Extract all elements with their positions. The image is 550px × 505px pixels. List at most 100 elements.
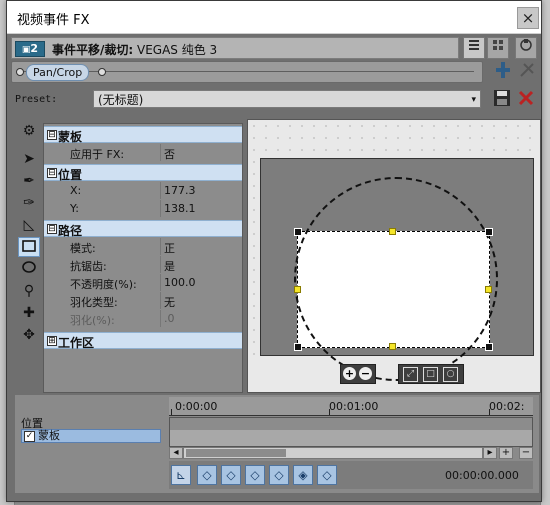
track-labels: 位置 ✓ 蒙板 (21, 415, 161, 445)
ellipse-mask-tool[interactable] (18, 259, 40, 279)
list-icon (469, 40, 479, 50)
move-tool[interactable]: ✥ (18, 325, 40, 345)
bypass-button[interactable] (493, 61, 513, 81)
prop-key: 模式: (70, 242, 96, 255)
next-keyframe-icon: ◇ (250, 468, 260, 482)
prop-key: 应用于 FX: (70, 148, 125, 161)
last-keyframe-button[interactable]: ◇ (269, 465, 289, 485)
zoom-in-button[interactable]: + (343, 367, 356, 380)
split-trimmer-tool[interactable]: ◺ (18, 215, 40, 235)
prev-keyframe-icon: ◇ (226, 468, 236, 482)
section-mask[interactable]: ⊟ 蒙板 (44, 126, 242, 144)
section-position[interactable]: ⊟ 位置 (44, 164, 242, 182)
anchor-creation-tool[interactable]: ✒ (18, 171, 40, 191)
settings-tool[interactable]: ⚙ (18, 121, 40, 141)
zoom-tool[interactable]: ⚲ (18, 281, 40, 301)
rectangle-mask-tool[interactable] (18, 237, 40, 257)
remove-plugin-button[interactable] (517, 61, 537, 81)
circle-frame-icon[interactable]: ○ (443, 367, 458, 382)
fit-icon[interactable]: ⤢ (403, 367, 418, 382)
prop-value: 是 (164, 260, 175, 273)
preview-panel: + − ⤢ □ ○ (247, 119, 541, 393)
prop-opacity[interactable]: 不透明度(%): 100.0 (44, 274, 242, 291)
next-keyframe-button[interactable]: ◇ (245, 465, 265, 485)
save-icon (494, 90, 510, 106)
window-title: 视频事件 FX (17, 13, 90, 28)
keyframe-lane[interactable] (170, 430, 532, 446)
edge-handle[interactable] (485, 286, 492, 293)
edge-handle[interactable] (389, 228, 396, 235)
anchor-deletion-tool[interactable]: ✑ (18, 193, 40, 213)
delete-keyframe-icon: ◇ (322, 468, 332, 482)
plugin-chooser-button[interactable] (515, 37, 537, 59)
mask-ellipse-guide[interactable] (294, 177, 498, 381)
prop-mode[interactable]: 模式: 正 (44, 238, 242, 255)
frame-preview[interactable] (260, 158, 534, 381)
prop-y[interactable]: Y: 138.1 (44, 200, 242, 217)
bypass-icon (496, 62, 510, 78)
prop-value: .0 (164, 312, 175, 325)
sync-cursor-button[interactable]: ⊾ (171, 465, 191, 485)
scroll-right-button[interactable]: ▸ (483, 447, 497, 459)
mask-checkbox[interactable]: ✓ (24, 431, 35, 442)
preset-dropdown[interactable]: (无标题) ▾ (93, 90, 481, 108)
prop-antialias[interactable]: 抗锯齿: 是 (44, 256, 242, 273)
zoom-out-button[interactable]: − (359, 367, 372, 380)
first-keyframe-button[interactable]: ◇ (197, 465, 217, 485)
normal-edit-tool[interactable]: ➤ (18, 149, 40, 169)
corner-handle[interactable] (294, 228, 302, 236)
scroll-left-button[interactable]: ◂ (169, 447, 183, 459)
add-keyframe-button[interactable]: ◈ (293, 465, 313, 485)
keyframe-timeline: 位置 ✓ 蒙板 0:00:00 00:01:00 00:02: ◂ ▸ + − … (15, 395, 539, 493)
timeline-scrollbar[interactable] (183, 447, 483, 459)
delete-preset-button[interactable] (517, 89, 537, 109)
time-label: 0:00:00 (175, 400, 218, 413)
prop-feather-type[interactable]: 羽化类型: 无 (44, 292, 242, 309)
list-view-button[interactable] (463, 37, 485, 59)
track-mask-label: 蒙板 (38, 429, 60, 442)
title-bar: 视频事件 FX × (7, 1, 541, 34)
track-mask[interactable]: ✓ 蒙板 (21, 429, 161, 443)
corner-handle[interactable] (294, 343, 302, 351)
zoom-out-timeline-button[interactable]: − (519, 447, 533, 459)
first-keyframe-icon: ◇ (202, 468, 212, 482)
frame-icon[interactable]: □ (423, 367, 438, 382)
zoom-icon: ⚲ (23, 283, 35, 299)
ruler-tick (489, 409, 490, 415)
add-anchor-tool[interactable]: ✚ (18, 303, 40, 323)
prev-keyframe-button[interactable]: ◇ (221, 465, 241, 485)
pen-icon: ✒ (23, 173, 35, 189)
save-preset-button[interactable] (493, 89, 513, 109)
corner-handle[interactable] (485, 343, 493, 351)
keyframe-track-area[interactable] (169, 417, 533, 447)
prop-key: 羽化类型: (70, 296, 118, 309)
section-path[interactable]: ⊟ 路径 (44, 220, 242, 238)
delete-keyframe-button[interactable]: ◇ (317, 465, 337, 485)
section-workspace[interactable]: ⊞ 工作区 (44, 332, 242, 350)
grid-view-button[interactable] (487, 37, 509, 59)
chain-count-badge: ▣2 (15, 41, 45, 57)
scroll-thumb[interactable] (186, 449, 286, 457)
zoom-in-timeline-button[interactable]: + (499, 447, 513, 459)
edge-handle[interactable] (389, 343, 396, 350)
keyframe-controls: ⊾ ◇ ◇ ◇ ◇ ◈ ◇ 00:00:00.000 (169, 461, 533, 489)
prop-value: 正 (164, 242, 175, 255)
close-button[interactable]: × (517, 7, 539, 29)
ruler-tick (329, 409, 330, 415)
track-header: 位置 (21, 417, 43, 430)
prop-x[interactable]: X: 177.3 (44, 182, 242, 199)
corner-handle[interactable] (485, 228, 493, 236)
prop-separator (160, 256, 161, 273)
prop-value: 138.1 (164, 202, 196, 215)
video-event-fx-dialog: 视频事件 FX × ▣2 事件平移/裁切: VEGAS 纯色 3 Pan/Cro… (6, 0, 542, 502)
edge-handle[interactable] (294, 286, 301, 293)
plugin-pan-crop[interactable]: Pan/Crop (26, 64, 90, 81)
prop-key: 抗锯齿: (70, 260, 107, 273)
prop-value: 177.3 (164, 184, 196, 197)
lock-icon: ⊾ (175, 468, 187, 482)
prop-apply-fx[interactable]: 应用于 FX: 否 (44, 144, 242, 161)
time-ruler[interactable]: 0:00:00 00:01:00 00:02: (169, 397, 533, 416)
pen-remove-icon: ✑ (23, 195, 35, 211)
prop-key: 羽化(%): (70, 314, 115, 327)
cursor-timecode: 00:00:00.000 (445, 469, 519, 482)
